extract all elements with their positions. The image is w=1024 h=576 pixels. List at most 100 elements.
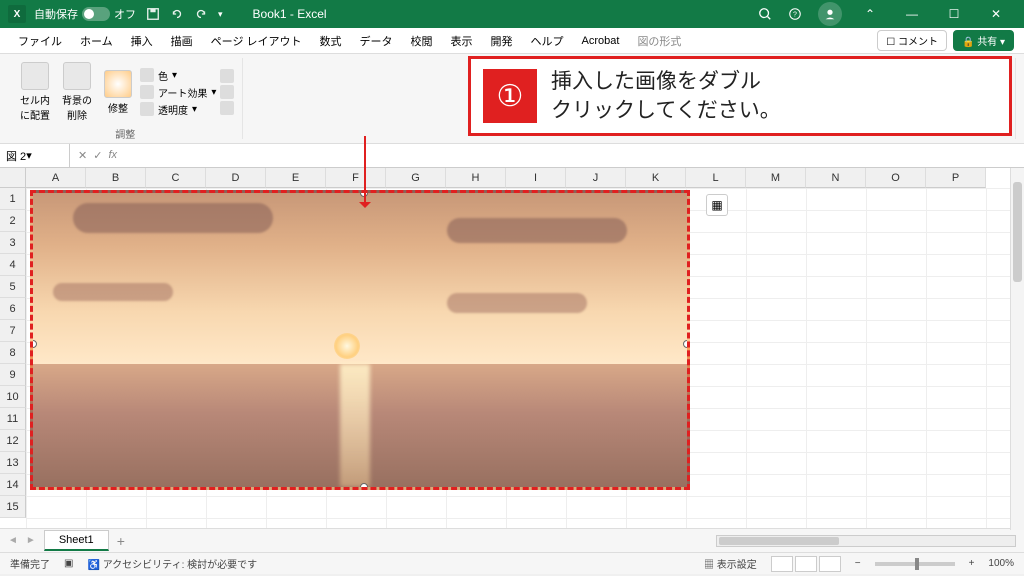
save-icon[interactable] bbox=[146, 7, 160, 21]
row-header[interactable]: 6 bbox=[0, 298, 26, 320]
zoom-level[interactable]: 100% bbox=[988, 558, 1014, 569]
inserted-image[interactable] bbox=[30, 190, 690, 490]
sheet-tab-1[interactable]: Sheet1 bbox=[44, 530, 109, 551]
title-bar: X 自動保存 オフ ▾ Book1 - Excel ? ⌃ — ☐ ✕ bbox=[0, 0, 1024, 28]
col-header[interactable]: G bbox=[386, 168, 446, 188]
autosave-toggle[interactable]: 自動保存 オフ bbox=[34, 6, 136, 22]
col-header[interactable]: A bbox=[26, 168, 86, 188]
tab-acrobat[interactable]: Acrobat bbox=[574, 31, 628, 51]
place-in-cell-button[interactable]: セル内 に配置 bbox=[16, 60, 54, 124]
col-header[interactable]: J bbox=[566, 168, 626, 188]
col-header[interactable]: C bbox=[146, 168, 206, 188]
row-header[interactable]: 7 bbox=[0, 320, 26, 342]
tab-data[interactable]: データ bbox=[352, 29, 401, 53]
cells-area[interactable]: ▦ bbox=[26, 188, 1024, 528]
row-header[interactable]: 14 bbox=[0, 474, 26, 496]
row-header[interactable]: 5 bbox=[0, 276, 26, 298]
tab-picture-format[interactable]: 図の形式 bbox=[629, 29, 689, 53]
col-header[interactable]: F bbox=[326, 168, 386, 188]
row-header[interactable]: 8 bbox=[0, 342, 26, 364]
compress-button[interactable] bbox=[220, 69, 234, 83]
col-header[interactable]: H bbox=[446, 168, 506, 188]
confirm-icon[interactable]: ✓ bbox=[93, 149, 102, 162]
close-button[interactable]: ✕ bbox=[976, 0, 1016, 28]
normal-view-button[interactable] bbox=[771, 556, 793, 572]
row-header[interactable]: 3 bbox=[0, 232, 26, 254]
zoom-slider[interactable] bbox=[875, 562, 955, 566]
minimize-button[interactable]: — bbox=[892, 0, 932, 28]
row-header[interactable]: 2 bbox=[0, 210, 26, 232]
row-header[interactable]: 13 bbox=[0, 452, 26, 474]
tab-view[interactable]: 表示 bbox=[443, 29, 481, 53]
toggle-pill[interactable] bbox=[82, 7, 110, 21]
resize-handle[interactable] bbox=[360, 483, 368, 490]
redo-icon[interactable] bbox=[194, 7, 208, 21]
col-header[interactable]: O bbox=[866, 168, 926, 188]
user-avatar[interactable] bbox=[818, 2, 842, 26]
row-header[interactable]: 11 bbox=[0, 408, 26, 430]
tab-help[interactable]: ヘルプ bbox=[523, 29, 572, 53]
search-icon[interactable] bbox=[758, 7, 772, 21]
layout-options-button[interactable]: ▦ bbox=[706, 194, 728, 216]
callout-text: 挿入した画像をダブルクリックしてください。 bbox=[551, 67, 781, 126]
resize-handle[interactable] bbox=[683, 340, 690, 348]
col-header[interactable]: P bbox=[926, 168, 986, 188]
tab-draw[interactable]: 描画 bbox=[163, 29, 201, 53]
help-icon[interactable]: ? bbox=[788, 7, 802, 21]
row-header[interactable]: 1 bbox=[0, 188, 26, 210]
cancel-icon[interactable]: ✕ bbox=[78, 149, 87, 162]
row-header[interactable]: 9 bbox=[0, 364, 26, 386]
callout-number: ① bbox=[483, 69, 537, 123]
corrections-button[interactable]: 修整 bbox=[100, 68, 136, 117]
maximize-button[interactable]: ☐ bbox=[934, 0, 974, 28]
comments-button[interactable]: ☐ コメント bbox=[877, 30, 947, 51]
tab-developer[interactable]: 開発 bbox=[483, 29, 521, 53]
sheet-nav-next[interactable]: ► bbox=[26, 535, 36, 546]
macro-record-icon[interactable]: ▣ bbox=[64, 558, 73, 569]
select-all-corner[interactable] bbox=[0, 168, 26, 188]
vertical-scrollbar[interactable] bbox=[1010, 168, 1024, 530]
tab-file[interactable]: ファイル bbox=[10, 29, 70, 53]
display-settings[interactable]: ▦ 表示設定 bbox=[704, 556, 757, 571]
fx-icon[interactable]: fx bbox=[108, 149, 117, 162]
row-header[interactable]: 15 bbox=[0, 496, 26, 518]
col-header[interactable]: M bbox=[746, 168, 806, 188]
col-header[interactable]: N bbox=[806, 168, 866, 188]
tab-page-layout[interactable]: ページ レイアウト bbox=[203, 29, 310, 53]
row-headers: 1 2 3 4 5 6 7 8 9 10 11 12 13 14 15 bbox=[0, 188, 26, 518]
col-header[interactable]: D bbox=[206, 168, 266, 188]
zoom-in-button[interactable]: + bbox=[969, 558, 975, 569]
row-header[interactable]: 12 bbox=[0, 430, 26, 452]
reset-picture-button[interactable] bbox=[220, 101, 234, 115]
row-header[interactable]: 10 bbox=[0, 386, 26, 408]
undo-icon[interactable] bbox=[170, 7, 184, 21]
zoom-out-button[interactable]: − bbox=[855, 558, 861, 569]
tab-insert[interactable]: 挿入 bbox=[123, 29, 161, 53]
share-button[interactable]: 🔒 共有 ▾ bbox=[953, 30, 1014, 51]
status-ready: 準備完了 bbox=[10, 556, 50, 571]
remove-background-button[interactable]: 背景の 削除 bbox=[58, 60, 96, 124]
ribbon-collapse-button[interactable]: ⌃ bbox=[850, 0, 890, 28]
change-picture-button[interactable] bbox=[220, 85, 234, 99]
row-header[interactable]: 4 bbox=[0, 254, 26, 276]
name-box[interactable]: 図 2 ▾ bbox=[0, 144, 70, 167]
tab-formulas[interactable]: 数式 bbox=[312, 29, 350, 53]
window-controls: ⌃ — ☐ ✕ bbox=[850, 0, 1016, 28]
col-header[interactable]: K bbox=[626, 168, 686, 188]
accessibility-status[interactable]: ♿ アクセシビリティ: 検討が必要です bbox=[87, 556, 257, 571]
page-layout-view-button[interactable] bbox=[795, 556, 817, 572]
tab-review[interactable]: 校閲 bbox=[403, 29, 441, 53]
horizontal-scrollbar[interactable] bbox=[716, 535, 1016, 547]
color-button[interactable]: 色 ▾ bbox=[140, 68, 216, 83]
col-header[interactable]: L bbox=[686, 168, 746, 188]
col-header[interactable]: I bbox=[506, 168, 566, 188]
page-break-view-button[interactable] bbox=[819, 556, 841, 572]
transparency-button[interactable]: 透明度 ▾ bbox=[140, 102, 216, 117]
qat-dropdown-icon[interactable]: ▾ bbox=[218, 9, 223, 20]
add-sheet-button[interactable]: + bbox=[117, 533, 125, 549]
artistic-effects-button[interactable]: アート効果 ▾ bbox=[140, 85, 216, 100]
tab-home[interactable]: ホーム bbox=[72, 29, 121, 53]
col-header[interactable]: B bbox=[86, 168, 146, 188]
col-header[interactable]: E bbox=[266, 168, 326, 188]
sheet-nav-prev[interactable]: ◄ bbox=[8, 535, 18, 546]
